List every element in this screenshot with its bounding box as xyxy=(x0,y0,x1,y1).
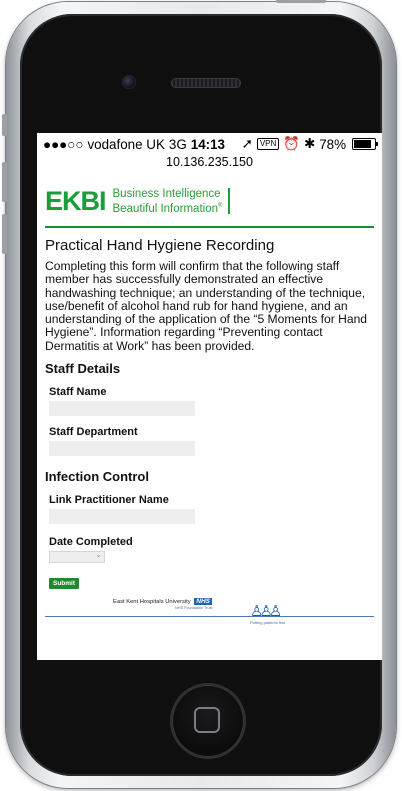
brand-tagline-line-1: Business Intelligence xyxy=(112,187,221,200)
home-square-icon xyxy=(194,707,220,733)
date-completed-picker[interactable]: ⌄ xyxy=(49,550,105,564)
address-bar[interactable]: 10.136.235.150 xyxy=(37,155,382,173)
staff-department-label: Staff Department xyxy=(49,426,138,439)
network-type: 3G xyxy=(168,136,187,152)
signal-strength-icon: ●●●○○ xyxy=(43,136,84,152)
earpiece-speaker xyxy=(171,78,241,88)
header-rule xyxy=(45,226,374,228)
web-page: EKBI Business Intelligence Beautiful Inf… xyxy=(37,173,382,632)
clock-time: 14:13 xyxy=(190,136,225,152)
intro-paragraph: Completing this form will confirm that t… xyxy=(45,259,368,353)
volume-down-button xyxy=(2,214,7,254)
staff-name-label: Staff Name xyxy=(49,386,107,399)
brand-divider xyxy=(228,188,231,214)
trust-name: NHS Foundation Trust xyxy=(175,606,213,611)
link-practitioner-input[interactable] xyxy=(49,509,195,525)
battery-icon xyxy=(352,138,378,150)
url-text: 10.136.235.150 xyxy=(166,155,253,169)
brand-name: EKBI xyxy=(45,185,107,216)
footer-logo: East Kent Hospitals University NHS NHS F… xyxy=(45,598,374,632)
status-bar: ●●●○○ vodafone UK 3G 14:13 ➚ VPN ⏰ ✱ 78% xyxy=(37,133,382,155)
silent-switch xyxy=(2,114,7,136)
battery-percentage: 78% xyxy=(319,136,346,152)
footer-slogan: Putting patients first xyxy=(250,620,286,626)
carrier-name: vodafone UK xyxy=(87,136,165,152)
page-title: Practical Hand Hygiene Recording xyxy=(45,237,275,254)
brand-registered-mark: ® xyxy=(218,202,223,209)
brand-tagline-line-2: Beautiful Information xyxy=(112,202,218,215)
home-button[interactable] xyxy=(172,685,244,757)
location-arrow-icon: ➚ xyxy=(241,136,253,151)
chevron-down-icon: ⌄ xyxy=(95,550,102,560)
power-button xyxy=(276,0,326,3)
nhs-logo: NHS xyxy=(194,598,213,606)
hospital-name: East Kent Hospitals University NHS xyxy=(113,598,213,606)
phone-screen: ●●●○○ vodafone UK 3G 14:13 ➚ VPN ⏰ ✱ 78%… xyxy=(37,133,382,660)
footer-line xyxy=(45,616,374,618)
infection-control-heading: Infection Control xyxy=(45,469,149,485)
brand-tagline: Business Intelligence Beautiful Informat… xyxy=(113,188,223,215)
front-camera xyxy=(123,76,135,88)
volume-up-button xyxy=(2,162,7,202)
alarm-icon: ⏰ xyxy=(283,136,300,151)
staff-details-heading: Staff Details xyxy=(45,361,121,377)
hospital-name-text: East Kent Hospitals University xyxy=(113,599,191,606)
staff-name-input[interactable] xyxy=(49,401,195,417)
link-practitioner-label: Link Practitioner Name xyxy=(49,494,169,507)
date-completed-label: Date Completed xyxy=(49,536,133,549)
bluetooth-icon: ✱ xyxy=(303,136,316,151)
people-figures-icon: ♙♙♙ xyxy=(250,603,282,621)
ekbi-logo[interactable]: EKBI Business Intelligence Beautiful Inf… xyxy=(45,173,374,221)
vpn-badge: VPN xyxy=(256,138,280,150)
submit-button[interactable]: Submit xyxy=(49,578,80,590)
staff-department-input[interactable] xyxy=(49,441,195,457)
